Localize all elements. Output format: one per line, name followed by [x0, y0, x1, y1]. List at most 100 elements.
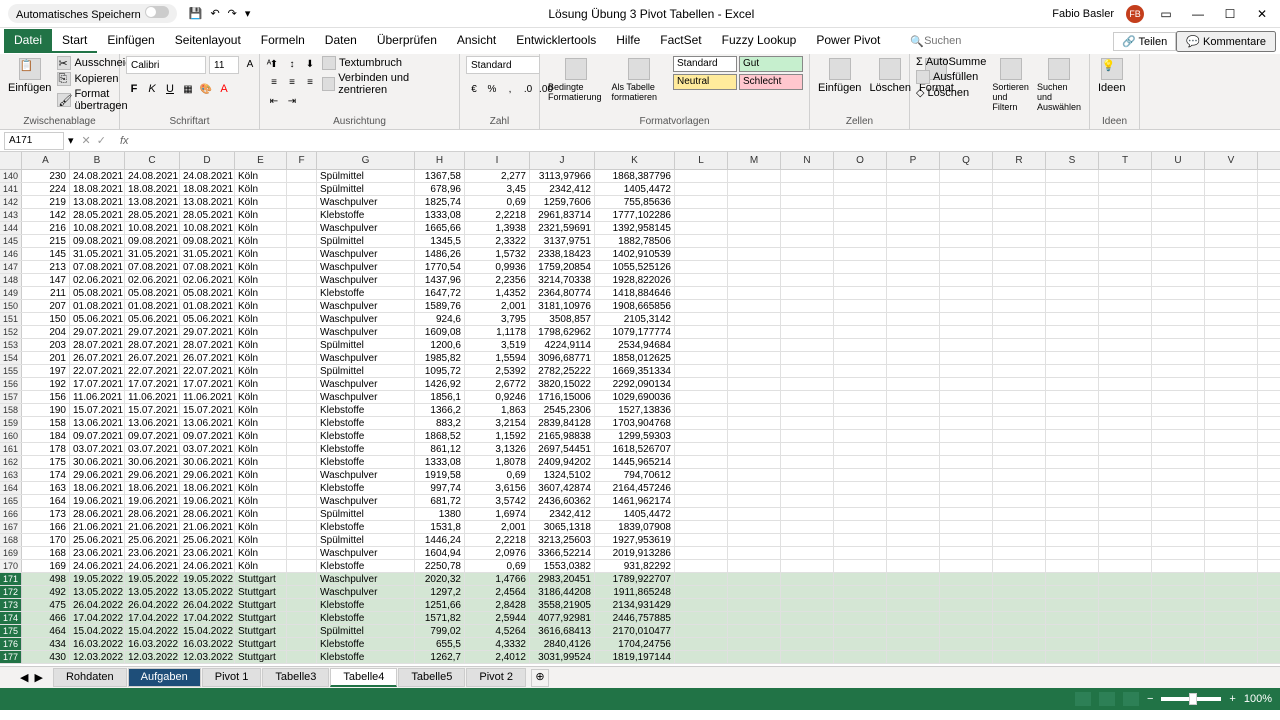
- cell[interactable]: 2961,83714: [530, 209, 595, 221]
- table-row[interactable]: 14921105.08.202105.08.202105.08.2021Köln…: [0, 287, 1280, 300]
- menu-überprüfen[interactable]: Überprüfen: [367, 29, 447, 53]
- cell[interactable]: [887, 456, 940, 468]
- cell[interactable]: 2,2218: [465, 534, 530, 546]
- cell[interactable]: [1099, 196, 1152, 208]
- cell[interactable]: 799,02: [415, 625, 465, 637]
- cell[interactable]: 1825,74: [415, 196, 465, 208]
- cell[interactable]: 05.06.2021: [125, 313, 180, 325]
- cell[interactable]: [887, 365, 940, 377]
- cell[interactable]: 1,6974: [465, 508, 530, 520]
- table-row[interactable]: 14721307.08.202107.08.202107.08.2021Köln…: [0, 261, 1280, 274]
- cell[interactable]: [1099, 586, 1152, 598]
- cell[interactable]: [940, 534, 993, 546]
- row-header[interactable]: 156: [0, 378, 22, 390]
- cell[interactable]: [1205, 261, 1258, 273]
- cell[interactable]: [287, 482, 317, 494]
- menu-datei[interactable]: Datei: [4, 29, 52, 53]
- cell[interactable]: [1152, 469, 1205, 481]
- share-button[interactable]: 🔗 Teilen: [1113, 32, 1176, 51]
- cell[interactable]: 13.06.2021: [70, 417, 125, 429]
- cell[interactable]: [1046, 469, 1099, 481]
- col-header-J[interactable]: J: [530, 152, 595, 169]
- cell[interactable]: Köln: [235, 287, 287, 299]
- cell[interactable]: [940, 235, 993, 247]
- cell[interactable]: [887, 443, 940, 455]
- cell[interactable]: Klebstoffe: [317, 209, 415, 221]
- cell[interactable]: [834, 248, 887, 260]
- cell[interactable]: [1205, 599, 1258, 611]
- cell[interactable]: 1928,822026: [595, 274, 675, 286]
- cell[interactable]: [1046, 612, 1099, 624]
- row-header[interactable]: 146: [0, 248, 22, 260]
- cell[interactable]: 3,519: [465, 339, 530, 351]
- cell[interactable]: [675, 534, 728, 546]
- cell[interactable]: 24.06.2021: [70, 560, 125, 572]
- cell[interactable]: [781, 625, 834, 637]
- ribbon-options-icon[interactable]: ▭: [1156, 7, 1176, 21]
- cell[interactable]: [1205, 313, 1258, 325]
- cell[interactable]: 1200,6: [415, 339, 465, 351]
- cell[interactable]: [940, 170, 993, 182]
- cell[interactable]: [1152, 456, 1205, 468]
- cell[interactable]: Waschpulver: [317, 196, 415, 208]
- cell[interactable]: [781, 573, 834, 585]
- cell[interactable]: [834, 495, 887, 507]
- cell[interactable]: 22.07.2021: [70, 365, 125, 377]
- col-header-Q[interactable]: Q: [940, 152, 993, 169]
- cell[interactable]: [675, 287, 728, 299]
- row-header[interactable]: 166: [0, 508, 22, 520]
- cell[interactable]: [287, 222, 317, 234]
- cell[interactable]: 19.06.2021: [180, 495, 235, 507]
- cell[interactable]: 24.06.2021: [125, 560, 180, 572]
- cell[interactable]: Köln: [235, 521, 287, 533]
- menu-fuzzy lookup[interactable]: Fuzzy Lookup: [712, 29, 807, 53]
- cell[interactable]: [287, 417, 317, 429]
- cell[interactable]: [834, 170, 887, 182]
- cell[interactable]: Köln: [235, 261, 287, 273]
- cell[interactable]: [1046, 326, 1099, 338]
- cell[interactable]: [1152, 352, 1205, 364]
- cell[interactable]: [675, 547, 728, 559]
- table-row[interactable]: 17347526.04.202226.04.202226.04.2022Stut…: [0, 599, 1280, 612]
- cell[interactable]: 19.05.2022: [125, 573, 180, 585]
- cell[interactable]: [1099, 469, 1152, 481]
- cell[interactable]: [781, 313, 834, 325]
- cell[interactable]: Waschpulver: [317, 586, 415, 598]
- cell[interactable]: 02.06.2021: [70, 274, 125, 286]
- cell[interactable]: 1553,0382: [530, 560, 595, 572]
- cell[interactable]: [675, 404, 728, 416]
- table-row[interactable]: 16916823.06.202123.06.202123.06.2021Köln…: [0, 547, 1280, 560]
- cell[interactable]: [1046, 274, 1099, 286]
- cell[interactable]: [993, 417, 1046, 429]
- cell[interactable]: 15.04.2022: [70, 625, 125, 637]
- cell[interactable]: [728, 248, 781, 260]
- cell[interactable]: 24.08.2021: [70, 170, 125, 182]
- cell[interactable]: 655,5: [415, 638, 465, 650]
- cell[interactable]: [287, 183, 317, 195]
- cell[interactable]: 3607,42874: [530, 482, 595, 494]
- cell[interactable]: 24.06.2021: [180, 560, 235, 572]
- currency-button[interactable]: €: [466, 81, 482, 97]
- cell[interactable]: [675, 599, 728, 611]
- cell[interactable]: [1099, 534, 1152, 546]
- cell[interactable]: [1046, 391, 1099, 403]
- col-header-O[interactable]: O: [834, 152, 887, 169]
- cell[interactable]: 0,9246: [465, 391, 530, 403]
- cell[interactable]: Klebstoffe: [317, 287, 415, 299]
- select-all-corner[interactable]: [0, 152, 22, 169]
- cell[interactable]: 01.08.2021: [180, 300, 235, 312]
- cell[interactable]: [1152, 495, 1205, 507]
- cell[interactable]: [940, 196, 993, 208]
- cell[interactable]: Köln: [235, 430, 287, 442]
- cell[interactable]: [1205, 560, 1258, 572]
- menu-start[interactable]: Start: [52, 29, 97, 53]
- cell[interactable]: [675, 183, 728, 195]
- cell[interactable]: [1046, 183, 1099, 195]
- row-header[interactable]: 147: [0, 261, 22, 273]
- cell[interactable]: [940, 300, 993, 312]
- cell[interactable]: 15.04.2022: [125, 625, 180, 637]
- cell[interactable]: 3508,857: [530, 313, 595, 325]
- cell[interactable]: 3186,44208: [530, 586, 595, 598]
- cell[interactable]: 1868,52: [415, 430, 465, 442]
- cell[interactable]: [675, 508, 728, 520]
